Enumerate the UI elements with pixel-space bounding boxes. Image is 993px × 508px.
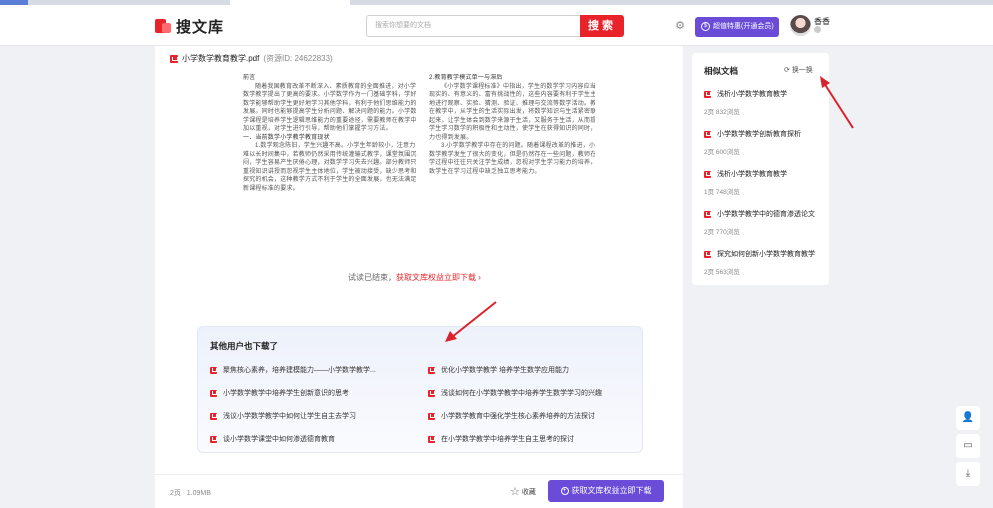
get-download-link[interactable]: 获取文库权益立即下载 › xyxy=(396,273,481,282)
plus-icon: + xyxy=(560,486,569,495)
preview-paragraph: 1.数学观念陈旧，学生兴趣不高。小学生年龄较小，注意力难以长时间集中，若教师仍然… xyxy=(243,143,417,192)
trial-end-text: 试读已结束， xyxy=(348,273,396,282)
preview-right-column: 2.教育教学模式单一与滞后 《小学数学课程标准》中指出，学生的数学学习内容应当是… xyxy=(429,74,595,176)
similar-doc-item[interactable]: 浅析小学数学教育教学 1页 748浏览 xyxy=(704,169,824,196)
similar-doc-meta: 2页 563浏览 xyxy=(704,269,740,276)
preview-heading: 前言 xyxy=(243,75,256,81)
similar-doc-item[interactable]: 浅析小学数学教育教学 2页 832浏览 xyxy=(704,89,824,116)
similar-doc-meta: 2页 832浏览 xyxy=(704,109,740,116)
others-downloaded-panel: 其他用户也下载了 聚焦核心素养，培养建模能力——小学数学教学... 优化小学数学… xyxy=(197,326,643,453)
others-item[interactable]: 浅谈如何在小学数学教学中培养学生数学学习的兴趣 xyxy=(428,388,602,398)
others-item[interactable]: 谈小学数学课堂中如何渗透德育教育 xyxy=(210,434,335,444)
document-filename: 小学数学教育教学.pdf xyxy=(182,54,260,63)
page-count: 2页 xyxy=(170,490,181,497)
preview-heading: 2.教育教学模式单一与滞后 xyxy=(429,75,503,81)
similar-doc-title: 探究如何创新小学数学教育教学 xyxy=(717,251,815,258)
similar-doc-title: 小学数学教学创新教育探析 xyxy=(717,131,801,138)
favorite-label: 收藏 xyxy=(521,488,536,496)
pdf-icon xyxy=(170,54,178,63)
gear-icon[interactable]: ⚙ xyxy=(674,20,686,32)
document-meta: 2页 1.09MB xyxy=(170,488,211,498)
similar-doc-meta: 2页 600浏览 xyxy=(704,149,740,156)
page-preview: 前言 随着我国教育改革不断深入、素质教育的全面推进，对小学数学教学提出了更高的要… xyxy=(243,74,595,304)
logo-icon xyxy=(155,18,172,34)
doc-icon xyxy=(428,389,435,397)
download-button[interactable]: + 获取文库权益立即下载 xyxy=(548,480,664,502)
others-item[interactable]: 优化小学数学教学 培养学生数学应用能力 xyxy=(428,365,569,375)
vip-label: 超值特惠(开通会员) xyxy=(713,23,774,30)
doc-icon xyxy=(704,90,711,98)
doc-icon xyxy=(210,389,217,397)
others-item[interactable]: 浅议小学数学教学中如何让学生自主去学习 xyxy=(210,411,356,421)
star-icon: ☆ xyxy=(510,486,520,498)
download-icon[interactable]: ⤓ xyxy=(956,462,980,486)
document-id: (资源ID: 24622833) xyxy=(263,54,333,63)
vip-button[interactable]: $ 超值特惠(开通会员) xyxy=(695,17,779,37)
site-header: 搜文库 搜索你想要的文档 搜索 ⚙ $ 超值特惠(开通会员) 香香 xyxy=(0,5,993,46)
refresh-icon: ⟳ xyxy=(784,67,792,74)
doc-icon xyxy=(428,366,435,374)
download-label: 获取文库权益立即下载 xyxy=(571,486,652,495)
doc-icon xyxy=(704,130,711,138)
similar-doc-item[interactable]: 小学数学教学中的德育渗透论文 2页 770浏览 xyxy=(704,209,824,236)
doc-icon xyxy=(210,366,217,374)
preview-left-column: 前言 随着我国教育改革不断深入、素质教育的全面推进，对小学数学教学提出了更高的要… xyxy=(243,74,419,193)
others-downloaded-title: 其他用户也下载了 xyxy=(210,341,279,351)
others-item[interactable]: 小学数学教学中培养学生创新意识的思考 xyxy=(210,388,349,398)
preview-heading: 一、当前数学小学教学教育现状 xyxy=(243,134,330,141)
similar-doc-item[interactable]: 探究如何创新小学数学教育教学 2页 563浏览 xyxy=(704,249,824,276)
site-logo[interactable]: 搜文库 xyxy=(155,16,224,36)
search-button[interactable]: 搜索 xyxy=(580,15,624,37)
trial-end-notice: 试读已结束，获取文库权益立即下载 › xyxy=(348,272,481,283)
logo-text: 搜文库 xyxy=(176,18,225,36)
doc-icon xyxy=(704,170,711,178)
user-icon[interactable]: 👤 xyxy=(956,406,980,430)
preview-paragraph: 随着我国教育改革不断深入、素质教育的全面推进，对小学数学教学提出了更高的要求。小… xyxy=(243,83,417,133)
doc-icon xyxy=(210,435,217,443)
similar-doc-title: 小学数学教学中的德育渗透论文 xyxy=(717,211,815,218)
doc-icon xyxy=(210,412,217,420)
refresh-button[interactable]: ⟳ 换一换 xyxy=(784,65,813,75)
avatar[interactable] xyxy=(790,15,811,36)
similar-doc-title: 浅析小学数学教育教学 xyxy=(717,171,787,178)
similar-docs-panel: 相似文档 ⟳ 换一换 浅析小学数学教育教学 2页 832浏览 小学数学教学创新教… xyxy=(692,53,829,285)
favorite-button[interactable]: ☆ 收藏 xyxy=(510,485,536,498)
others-item[interactable]: 聚焦核心素养，培养建模能力——小学数学教学... xyxy=(210,365,376,375)
similar-doc-meta: 2页 770浏览 xyxy=(704,229,740,236)
preview-fade xyxy=(243,214,595,304)
user-badge-icon xyxy=(814,26,821,33)
doc-icon xyxy=(704,210,711,218)
message-icon[interactable]: ▭ xyxy=(956,434,980,458)
file-size: 1.09MB xyxy=(186,490,211,497)
others-item[interactable]: 在小学数学教学中培养学生自主思考的探讨 xyxy=(428,434,574,444)
search-input[interactable]: 搜索你想要的文档 xyxy=(366,15,580,37)
doc-icon xyxy=(428,412,435,420)
vip-icon: $ xyxy=(701,21,710,31)
others-item[interactable]: 小学数学教育中强化学生核心素养培养的方法探讨 xyxy=(428,411,595,421)
similar-doc-title: 浅析小学数学教育教学 xyxy=(717,91,787,98)
preview-paragraph: 《小学数学课程标准》中指出，学生的数学学习内容应当是现实的、有意义的、富有挑战性… xyxy=(429,83,595,141)
similar-doc-item[interactable]: 小学数学教学创新教育探析 2页 600浏览 xyxy=(704,129,824,156)
document-footer-bar: 2页 1.09MB ☆ 收藏 + 获取文库权益立即下载 xyxy=(155,474,683,508)
similar-docs-title: 相似文档 xyxy=(704,66,739,76)
document-viewer: 小学数学教育教学.pdf (资源ID: 24622833) 前言 随着我国教育改… xyxy=(155,46,683,508)
doc-icon xyxy=(704,250,711,258)
preview-paragraph: 3.小学数学教学中存在的问题。随着课程改革的推进，小学数学教学发生了很大的变化，… xyxy=(429,143,595,175)
similar-doc-meta: 1页 748浏览 xyxy=(704,189,740,196)
refresh-label: 换一换 xyxy=(791,67,813,74)
doc-icon xyxy=(428,435,435,443)
document-title: 小学数学教育教学.pdf (资源ID: 24622833) xyxy=(170,53,333,64)
